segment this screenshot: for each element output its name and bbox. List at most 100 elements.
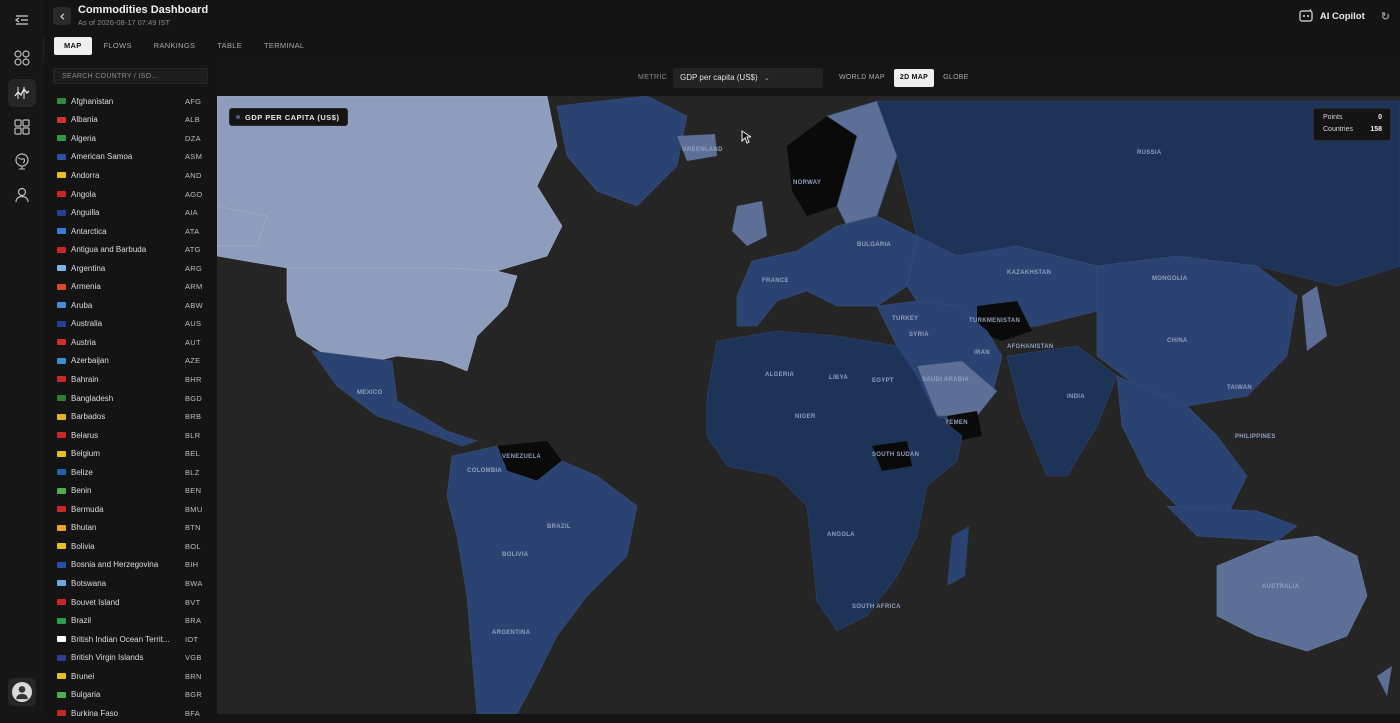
country-name: Bolivia: [71, 541, 95, 551]
country-name: Afghanistan: [71, 96, 114, 106]
view-tabs: MAP FLOWS RANKINGS TABLE TERMINAL: [54, 37, 314, 55]
country-row[interactable]: British Virgin Islands VGB: [43, 648, 217, 667]
country-row[interactable]: Benin BEN: [43, 481, 217, 500]
map-label-kazakhstan: KAZAKHSTAN: [1007, 270, 1051, 276]
markets-icon[interactable]: [8, 79, 36, 107]
dashboard-icon[interactable]: [8, 44, 36, 72]
2d-map-button[interactable]: 2D MAP: [893, 69, 935, 87]
country-name: Angola: [71, 189, 96, 199]
flag-icon: [57, 450, 66, 457]
country-row[interactable]: British Indian Ocean Territ... IOT: [43, 630, 217, 649]
map-label-angola: ANGOLA: [827, 532, 855, 538]
country-iso: IOT: [185, 634, 199, 644]
flag-icon: [57, 524, 66, 531]
profile-avatar[interactable]: [8, 678, 36, 706]
icon-rail: [0, 0, 44, 714]
flag-icon: [57, 265, 66, 272]
metric-value: GDP per capita (US$): [680, 73, 758, 82]
country-row[interactable]: Austria AUT: [43, 333, 217, 352]
country-row[interactable]: Anguilla AIA: [43, 203, 217, 222]
country-name: Australia: [71, 319, 103, 329]
tab-table[interactable]: TABLE: [207, 37, 252, 55]
flag-icon: [57, 283, 66, 290]
flag-icon: [57, 543, 66, 550]
country-row[interactable]: Antigua and Barbuda ATG: [43, 240, 217, 259]
map-label-france: FRANCE: [762, 278, 789, 284]
country-row[interactable]: Albania ALB: [43, 111, 217, 130]
country-iso: ARG: [185, 263, 203, 273]
refresh-icon[interactable]: ↻: [1381, 10, 1390, 23]
country-row[interactable]: Belgium BEL: [43, 444, 217, 463]
points-value: 0: [1378, 114, 1382, 121]
tab-rankings[interactable]: RANKINGS: [144, 37, 206, 55]
country-row[interactable]: Botswana BWA: [43, 574, 217, 593]
country-row[interactable]: Belize BLZ: [43, 463, 217, 482]
country-row[interactable]: Andorra AND: [43, 166, 217, 185]
countries-value: 158: [1370, 126, 1382, 133]
country-row[interactable]: Algeria DZA: [43, 129, 217, 148]
country-row[interactable]: Bosnia and Herzegovina BIH: [43, 556, 217, 575]
country-row[interactable]: Azerbaijan AZE: [43, 352, 217, 371]
country-search-input[interactable]: [53, 68, 208, 84]
map-label-niger: NIGER: [795, 414, 816, 420]
country-row[interactable]: Aruba ABW: [43, 296, 217, 315]
tab-flows[interactable]: FLOWS: [94, 37, 142, 55]
copilot-label: AI Copilot: [1319, 10, 1365, 22]
map-label-india: INDIA: [1067, 394, 1085, 400]
tab-terminal[interactable]: TERMINAL: [254, 37, 314, 55]
country-row[interactable]: Bolivia BOL: [43, 537, 217, 556]
country-iso: ABW: [185, 300, 203, 310]
flag-icon: [57, 116, 66, 123]
apps-grid-icon[interactable]: [8, 113, 36, 141]
country-row[interactable]: Belarus BLR: [43, 426, 217, 445]
country-row[interactable]: Bouvet Island BVT: [43, 593, 217, 612]
country-name: Brunei: [71, 671, 95, 681]
country-row[interactable]: Afghanistan AFG: [43, 92, 217, 111]
world-map-button[interactable]: WORLD MAP: [833, 69, 891, 87]
country-row[interactable]: Argentina ARG: [43, 259, 217, 278]
flag-icon: [57, 395, 66, 402]
country-iso: BIH: [185, 560, 199, 570]
country-row[interactable]: Bhutan BTN: [43, 519, 217, 538]
country-row[interactable]: Australia AUS: [43, 315, 217, 334]
country-row[interactable]: Brazil BRA: [43, 611, 217, 630]
flag-icon: [57, 561, 66, 568]
country-iso: VGB: [185, 653, 202, 663]
globe-button[interactable]: GLOBE: [937, 69, 975, 87]
map-label-saudi-arabia: SAUDI ARABIA: [922, 377, 969, 383]
flag-icon: [57, 172, 66, 179]
country-name: Bermuda: [71, 504, 104, 514]
country-name: American Samoa: [71, 152, 133, 162]
metric-select[interactable]: GDP per capita (US$) ⌄: [673, 68, 823, 88]
map-label-bolivia: BOLIVIA: [502, 552, 529, 558]
country-name: Belgium: [71, 449, 100, 459]
map-label-australia: AUSTRALIA: [1262, 584, 1300, 590]
country-name: Aruba: [71, 300, 93, 310]
country-row[interactable]: Brunei BRN: [43, 667, 217, 686]
map-canvas[interactable]: CANADA UNITED STATES MEXICO COLOMBIA VEN…: [217, 96, 1400, 714]
country-row[interactable]: Bulgaria BGR: [43, 686, 217, 705]
back-button[interactable]: [53, 7, 71, 25]
country-iso: BGR: [185, 690, 203, 700]
country-iso: BOL: [185, 541, 201, 551]
country-row[interactable]: Bahrain BHR: [43, 370, 217, 389]
world-map[interactable]: CANADA UNITED STATES MEXICO COLOMBIA VEN…: [217, 96, 1400, 714]
ai-copilot-button[interactable]: AI Copilot ↻: [1298, 8, 1390, 24]
globe-icon[interactable]: [8, 147, 36, 175]
flag-icon: [57, 617, 66, 624]
country-iso: AGO: [185, 189, 203, 199]
country-row[interactable]: Burkina Faso BFA: [43, 704, 217, 723]
country-row[interactable]: Barbados BRB: [43, 407, 217, 426]
country-row[interactable]: Antarctica ATA: [43, 222, 217, 241]
country-row[interactable]: Bangladesh BGD: [43, 389, 217, 408]
user-icon[interactable]: [8, 181, 36, 209]
country-row[interactable]: Angola AGO: [43, 185, 217, 204]
region-indonesia: [1166, 505, 1298, 542]
tab-map[interactable]: MAP: [54, 37, 92, 55]
map-label-yemen: YEMEN: [945, 420, 968, 426]
country-row[interactable]: Armenia ARM: [43, 277, 217, 296]
country-name: Armenia: [71, 282, 101, 292]
collapse-menu-icon[interactable]: [8, 6, 36, 34]
country-row[interactable]: Bermuda BMU: [43, 500, 217, 519]
country-row[interactable]: American Samoa ASM: [43, 148, 217, 167]
